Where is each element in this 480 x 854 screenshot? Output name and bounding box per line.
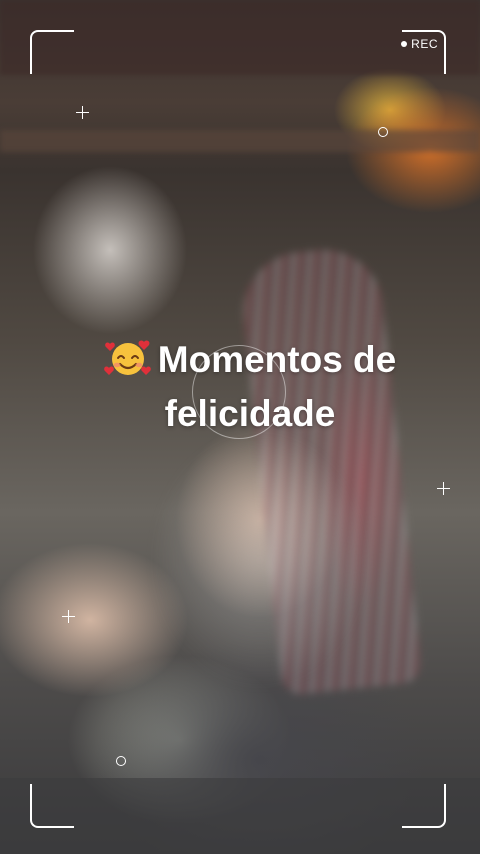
ring-icon bbox=[116, 756, 126, 766]
ring-icon bbox=[378, 127, 388, 137]
caption-text: Momentos de felicidade bbox=[60, 333, 440, 441]
plus-icon bbox=[437, 482, 450, 495]
rec-dot-icon bbox=[401, 41, 408, 47]
smiling-face-with-hearts-icon bbox=[103, 340, 151, 375]
viewfinder-corner-bottom-left bbox=[30, 784, 74, 828]
caption-line-2: felicidade bbox=[164, 393, 336, 434]
plus-icon bbox=[62, 610, 75, 623]
viewfinder-corner-top-left bbox=[30, 30, 74, 74]
plus-icon bbox=[76, 106, 89, 119]
photo-smoke bbox=[150, 430, 370, 690]
viewfinder-corner-bottom-right bbox=[402, 784, 446, 828]
caption-line-1: Momentos de bbox=[60, 333, 440, 387]
photo-shelf bbox=[0, 130, 480, 152]
caption-line-1-text: Momentos de bbox=[157, 339, 397, 380]
video-frame: REC Momentos de felicidade bbox=[0, 0, 480, 854]
rec-indicator: REC bbox=[401, 37, 438, 51]
rec-label: REC bbox=[411, 37, 438, 51]
